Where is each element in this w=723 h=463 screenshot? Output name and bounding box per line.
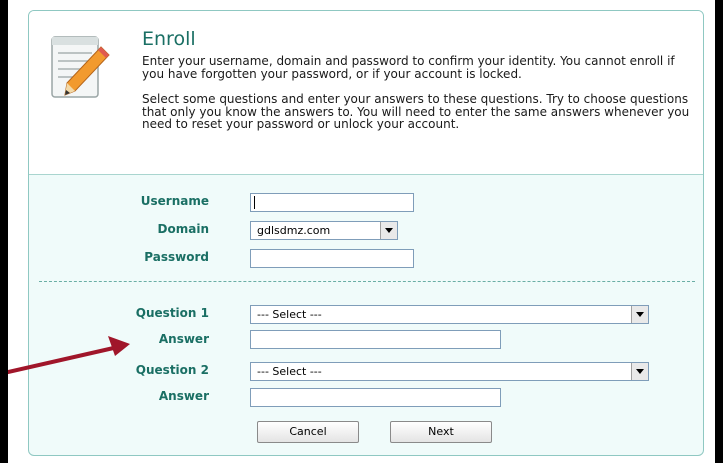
question2-select[interactable]: --- Select --- bbox=[250, 362, 649, 381]
intro-paragraph-identity: Enter your username, domain and password… bbox=[142, 54, 675, 81]
enroll-header: Enroll Enter your username, domain and p… bbox=[29, 11, 703, 175]
chevron-down-icon[interactable] bbox=[631, 306, 648, 323]
password-field[interactable] bbox=[250, 249, 414, 268]
username-field[interactable] bbox=[250, 193, 414, 212]
window-frame: Enroll Enter your username, domain and p… bbox=[8, 0, 715, 463]
red-arrow-annotation bbox=[8, 336, 130, 374]
answer2-label: Answer bbox=[158, 389, 209, 403]
text-cursor bbox=[254, 196, 255, 209]
chevron-down-icon[interactable] bbox=[631, 363, 648, 380]
edit-notepad-icon bbox=[51, 36, 110, 98]
intro-text: Enter your username, domain and password… bbox=[142, 55, 697, 144]
answer2-field[interactable] bbox=[250, 388, 501, 407]
chevron-down-icon[interactable] bbox=[380, 222, 397, 239]
question1-select-value: --- Select --- bbox=[257, 308, 322, 321]
question1-select[interactable]: --- Select --- bbox=[250, 305, 649, 324]
cancel-button[interactable]: Cancel bbox=[257, 421, 359, 443]
domain-label: Domain bbox=[157, 222, 209, 236]
section-divider bbox=[39, 281, 695, 282]
page-title: Enroll bbox=[142, 28, 196, 50]
question1-label: Question 1 bbox=[135, 306, 209, 320]
question2-select-value: --- Select --- bbox=[257, 365, 322, 378]
answer1-field[interactable] bbox=[250, 330, 501, 349]
username-label: Username bbox=[140, 194, 209, 208]
domain-select[interactable]: gdlsdmz.com bbox=[250, 221, 398, 240]
password-label: Password bbox=[144, 250, 209, 264]
intro-paragraph-questions: Select some questions and enter your ans… bbox=[142, 92, 690, 131]
enroll-panel: Enroll Enter your username, domain and p… bbox=[28, 10, 704, 456]
next-button[interactable]: Next bbox=[390, 421, 492, 443]
domain-select-value: gdlsdmz.com bbox=[257, 224, 331, 237]
